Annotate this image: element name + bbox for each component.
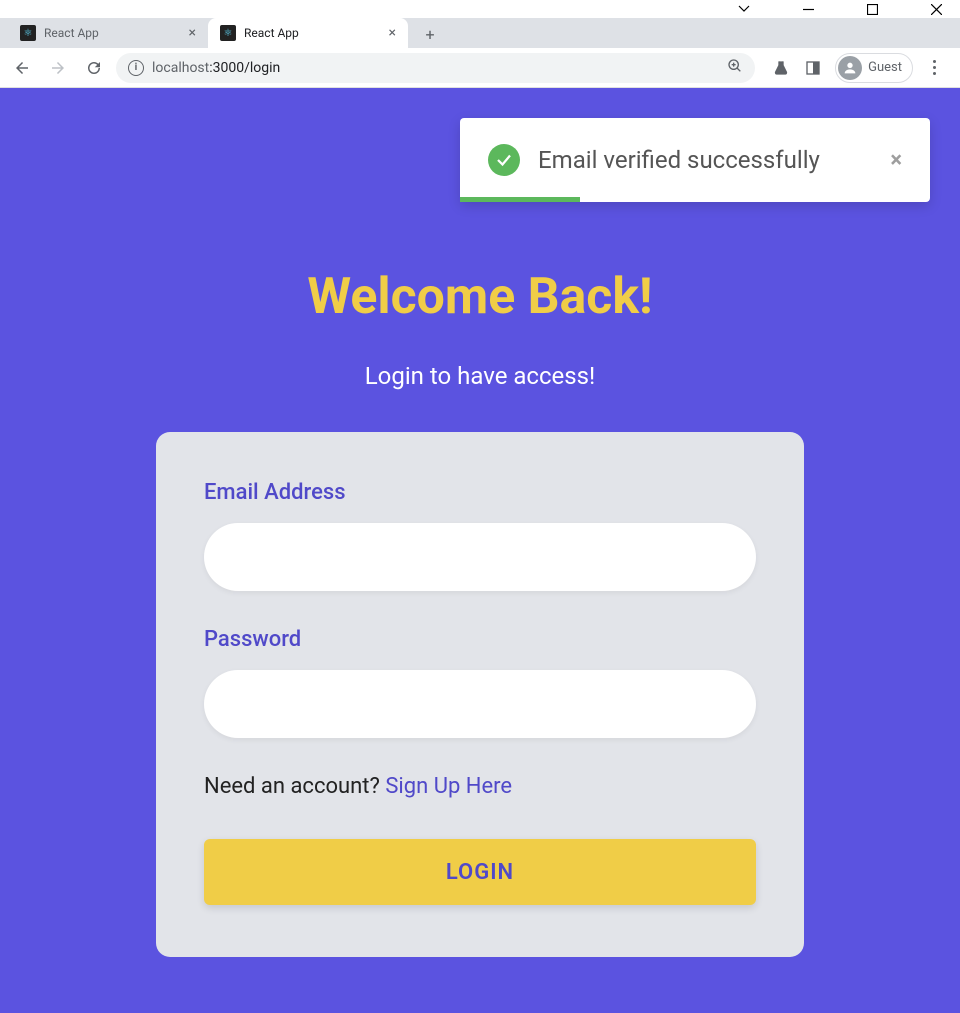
new-tab-button[interactable]: + xyxy=(416,20,444,48)
react-favicon-icon xyxy=(220,25,236,41)
url-text: localhost:3000/login xyxy=(152,60,719,76)
close-window-button[interactable] xyxy=(916,0,956,18)
toast-progress-bar xyxy=(460,197,580,202)
profile-label: Guest xyxy=(868,60,902,75)
page-title: Welcome Back! xyxy=(307,268,652,326)
avatar-icon xyxy=(838,56,862,80)
forward-button[interactable] xyxy=(44,54,72,82)
signup-prompt: Need an account? Sign Up Here xyxy=(204,774,756,799)
browser-toolbar: i localhost:3000/login Guest xyxy=(0,48,960,88)
browser-tab[interactable]: React App × xyxy=(8,18,208,48)
zoom-icon[interactable] xyxy=(727,58,743,78)
back-button[interactable] xyxy=(8,54,36,82)
check-icon xyxy=(488,144,520,176)
page-content: Email verified successfully × Welcome Ba… xyxy=(0,88,960,1013)
address-bar[interactable]: i localhost:3000/login xyxy=(116,53,755,83)
toast-close-button[interactable]: × xyxy=(890,148,902,173)
tab-title: React App xyxy=(244,26,299,40)
window-dropdown-icon[interactable] xyxy=(724,0,764,18)
login-button[interactable]: LOGIN xyxy=(204,839,756,905)
browser-menu-button[interactable] xyxy=(925,60,944,75)
profile-chip[interactable]: Guest xyxy=(835,53,913,83)
password-label: Password xyxy=(204,627,756,652)
panel-icon[interactable] xyxy=(803,58,823,78)
toast-notification: Email verified successfully × xyxy=(460,118,930,202)
toast-message: Email verified successfully xyxy=(538,146,872,174)
react-favicon-icon xyxy=(20,25,36,41)
close-tab-icon[interactable]: × xyxy=(189,25,196,41)
login-card: Email Address Password Need an account? … xyxy=(156,432,804,957)
email-label: Email Address xyxy=(204,480,756,505)
maximize-button[interactable] xyxy=(852,0,892,18)
browser-tab[interactable]: React App × xyxy=(208,18,408,48)
email-input[interactable] xyxy=(204,523,756,591)
tab-bar: React App × React App × + xyxy=(0,18,960,48)
signup-link[interactable]: Sign Up Here xyxy=(385,774,512,799)
site-info-icon[interactable]: i xyxy=(128,60,144,76)
close-tab-icon[interactable]: × xyxy=(389,25,396,41)
tab-title: React App xyxy=(44,26,99,40)
page-subtitle: Login to have access! xyxy=(365,362,596,390)
labs-icon[interactable] xyxy=(771,58,791,78)
minimize-button[interactable] xyxy=(788,0,828,18)
window-controls xyxy=(0,0,960,18)
password-input[interactable] xyxy=(204,670,756,738)
reload-button[interactable] xyxy=(80,54,108,82)
